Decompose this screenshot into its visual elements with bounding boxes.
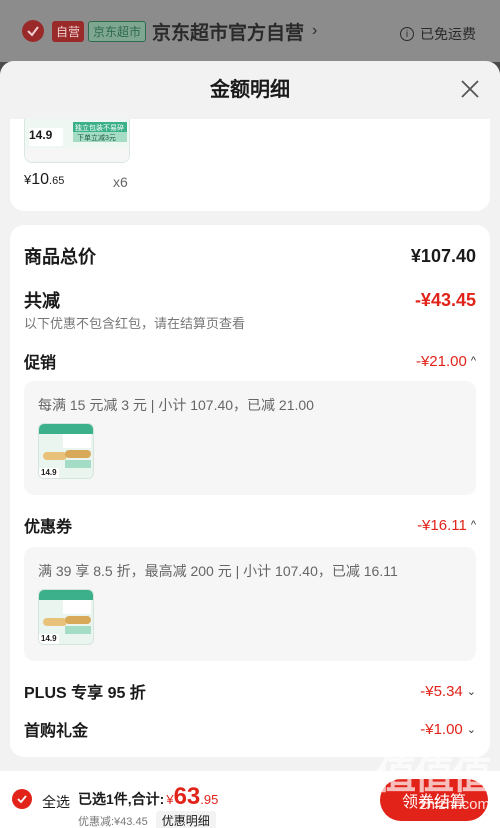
selected-total: 已选1件,合计: ¥ 63 .95 [78, 783, 218, 811]
checkout-bar: 全选 已选1件,合计: ¥ 63 .95 优惠减:¥43.45 优惠明细 领券结… [0, 771, 500, 828]
currency-symbol: ¥ [24, 172, 32, 187]
coupon-checkout-button[interactable]: 领券结算 [380, 779, 488, 821]
art-sub: 下单立减3元 [77, 135, 116, 142]
coupon-product-thumb[interactable]: 14.9 [38, 589, 94, 645]
chevron-right-icon[interactable]: › [312, 22, 317, 40]
discount-detail-link[interactable]: 优惠明细 [155, 811, 216, 828]
sheet-title: 金额明细 [210, 79, 290, 101]
total-price-value: ¥107.40 [410, 245, 476, 266]
reduce-note: 以下优惠不包含红包，请在结算页查看 [24, 316, 246, 331]
first-gift-value: -¥1.00 [420, 720, 463, 738]
promo-product-thumb[interactable]: 14.9 [38, 423, 94, 479]
store-name[interactable]: 京东超市官方自营 [152, 18, 304, 45]
free-shipping-info[interactable]: i 已免运费 [400, 24, 476, 44]
promo-value: -¥21.00 [415, 352, 467, 370]
plus-value-wrap: -¥5.34 ⌄ [420, 683, 476, 700]
promo-detail: 每满 15 元减 3 元 | 小计 107.40，已减 21.00 [38, 397, 314, 413]
info-icon: i [400, 27, 414, 41]
coupon-detail: 满 39 享 8.5 折，最高减 200 元 | 小计 107.40，已减 16… [38, 563, 398, 579]
total-currency: ¥ [166, 792, 174, 807]
chevron-up-icon[interactable]: ^ [471, 355, 476, 367]
plus-value: -¥5.34 [420, 682, 463, 700]
promo-detail-box: 每满 15 元减 3 元 | 小计 107.40，已减 21.00 14.9 [24, 381, 476, 495]
selected-text: 已选1件,合计: [78, 791, 165, 807]
product-image[interactable]: 14.9 独立包装不易碎 下单立减3元 [24, 119, 130, 163]
discount-text: 优惠减:¥43.45 [78, 815, 148, 828]
promo-value-wrap: -¥21.00 ^ [416, 353, 476, 370]
total-reduce-label: 共减 [24, 291, 60, 311]
total-price-label: 商品总价 [24, 247, 96, 267]
coupon-value-wrap: -¥16.11 ^ [417, 517, 476, 534]
coupon-row[interactable]: 优惠券 -¥16.11 ^ [24, 513, 476, 537]
plus-row[interactable]: PLUS 专享 95 折 -¥5.34 ⌄ [24, 679, 476, 703]
total-price-row: 商品总价 ¥107.40 [24, 243, 476, 269]
chevron-down-icon[interactable]: ⌄ [467, 723, 476, 736]
first-gift-value-wrap: -¥1.00 ⌄ [420, 721, 476, 738]
total-reduce-row: 共减 -¥43.45 [24, 287, 476, 313]
amount-detail-sheet: 金额明细 14.9 独立包装不易碎 下单立减3元 ¥ 10 .65 x6 商品总… [0, 61, 500, 771]
promo-label: 促销 [24, 355, 57, 372]
thumb-price: 14.9 [41, 468, 57, 477]
thumb-price: 14.9 [41, 634, 57, 643]
select-all-label[interactable]: 全选 [42, 792, 70, 812]
chevron-down-icon[interactable]: ⌄ [467, 685, 476, 698]
select-all-check-icon[interactable] [12, 789, 32, 809]
store-header: 自营 京东超市 京东超市官方自营 › i 已免运费 [0, 0, 500, 62]
discount-line: 优惠减:¥43.45 优惠明细 [78, 811, 216, 828]
price-decimal: .65 [49, 175, 65, 187]
total-decimal: .95 [200, 792, 219, 807]
product-quantity: x6 [113, 174, 128, 190]
self-operated-tag: 自营 [52, 20, 85, 42]
coupon-detail-box: 满 39 享 8.5 折，最高减 200 元 | 小计 107.40，已减 16… [24, 547, 476, 661]
art-price: 14.9 [29, 128, 53, 142]
coupon-label: 优惠券 [24, 519, 73, 536]
chevron-up-icon[interactable]: ^ [471, 519, 476, 531]
close-icon[interactable] [458, 77, 482, 101]
promo-row[interactable]: 促销 -¥21.00 ^ [24, 349, 476, 373]
product-card: 14.9 独立包装不易碎 下单立减3元 ¥ 10 .65 x6 [10, 119, 490, 211]
first-gift-label: 首购礼金 [24, 723, 89, 740]
amount-breakdown-card: 商品总价 ¥107.40 共减 -¥43.45 以下优惠不包含红包，请在结算页查… [10, 225, 490, 757]
art-banner: 独立包装不易碎 [75, 125, 124, 132]
plus-label: PLUS 专享 95 折 [24, 685, 146, 702]
free-shipping-label: 已免运费 [420, 26, 476, 42]
coupon-value: -¥16.11 [417, 516, 467, 534]
jd-supermarket-tag: 京东超市 [88, 20, 147, 42]
price-integer: 10 [31, 171, 50, 188]
product-price: ¥ 10 .65 [24, 171, 64, 189]
first-gift-row[interactable]: 首购礼金 -¥1.00 ⌄ [24, 717, 476, 741]
total-reduce-value: -¥43.45 [414, 289, 476, 310]
store-check-icon[interactable] [22, 20, 44, 42]
total-integer: 63 [173, 783, 201, 810]
